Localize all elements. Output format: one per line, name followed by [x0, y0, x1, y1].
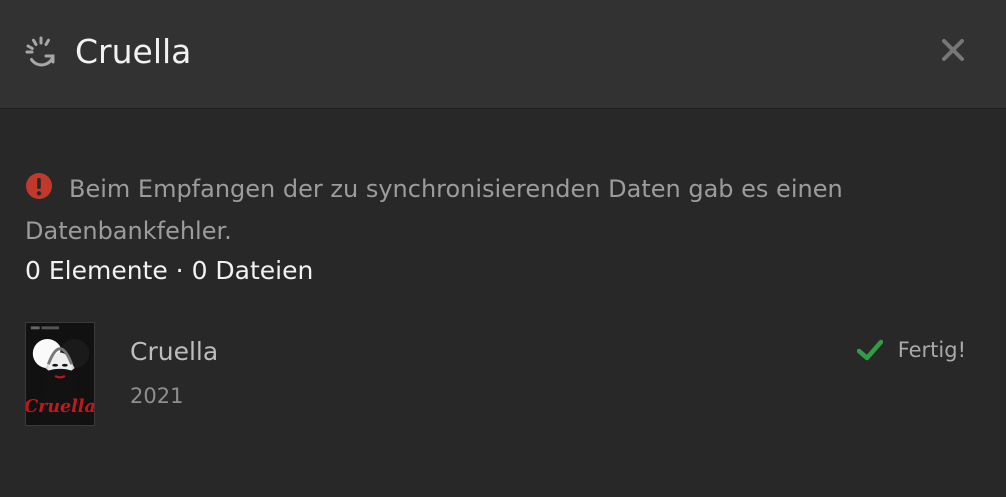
sync-item: Cruella Cruella 2021 Fertig! [25, 322, 973, 426]
error-message: Beim Empfangen der zu synchronisierenden… [25, 168, 955, 252]
item-year: 2021 [130, 384, 184, 408]
error-text: Beim Empfangen der zu synchronisierenden… [25, 175, 843, 245]
check-icon [856, 339, 883, 361]
item-status: Fertig! [856, 334, 966, 366]
status-text: Fertig! [897, 338, 966, 362]
poster-title-art: Cruella [25, 397, 95, 417]
dialog-title: Cruella [75, 32, 192, 71]
movie-poster: Cruella [25, 322, 95, 426]
sync-dialog: Cruella Beim Empfangen der zu synchronis… [0, 0, 1006, 497]
error-exclamation-icon [26, 173, 52, 199]
close-icon[interactable] [936, 33, 970, 67]
sync-loading-icon [25, 36, 55, 67]
dialog-header: Cruella [0, 0, 1006, 109]
item-title: Cruella [130, 337, 219, 366]
item-file-counts: 0 Elemente · 0 Dateien [25, 256, 314, 285]
